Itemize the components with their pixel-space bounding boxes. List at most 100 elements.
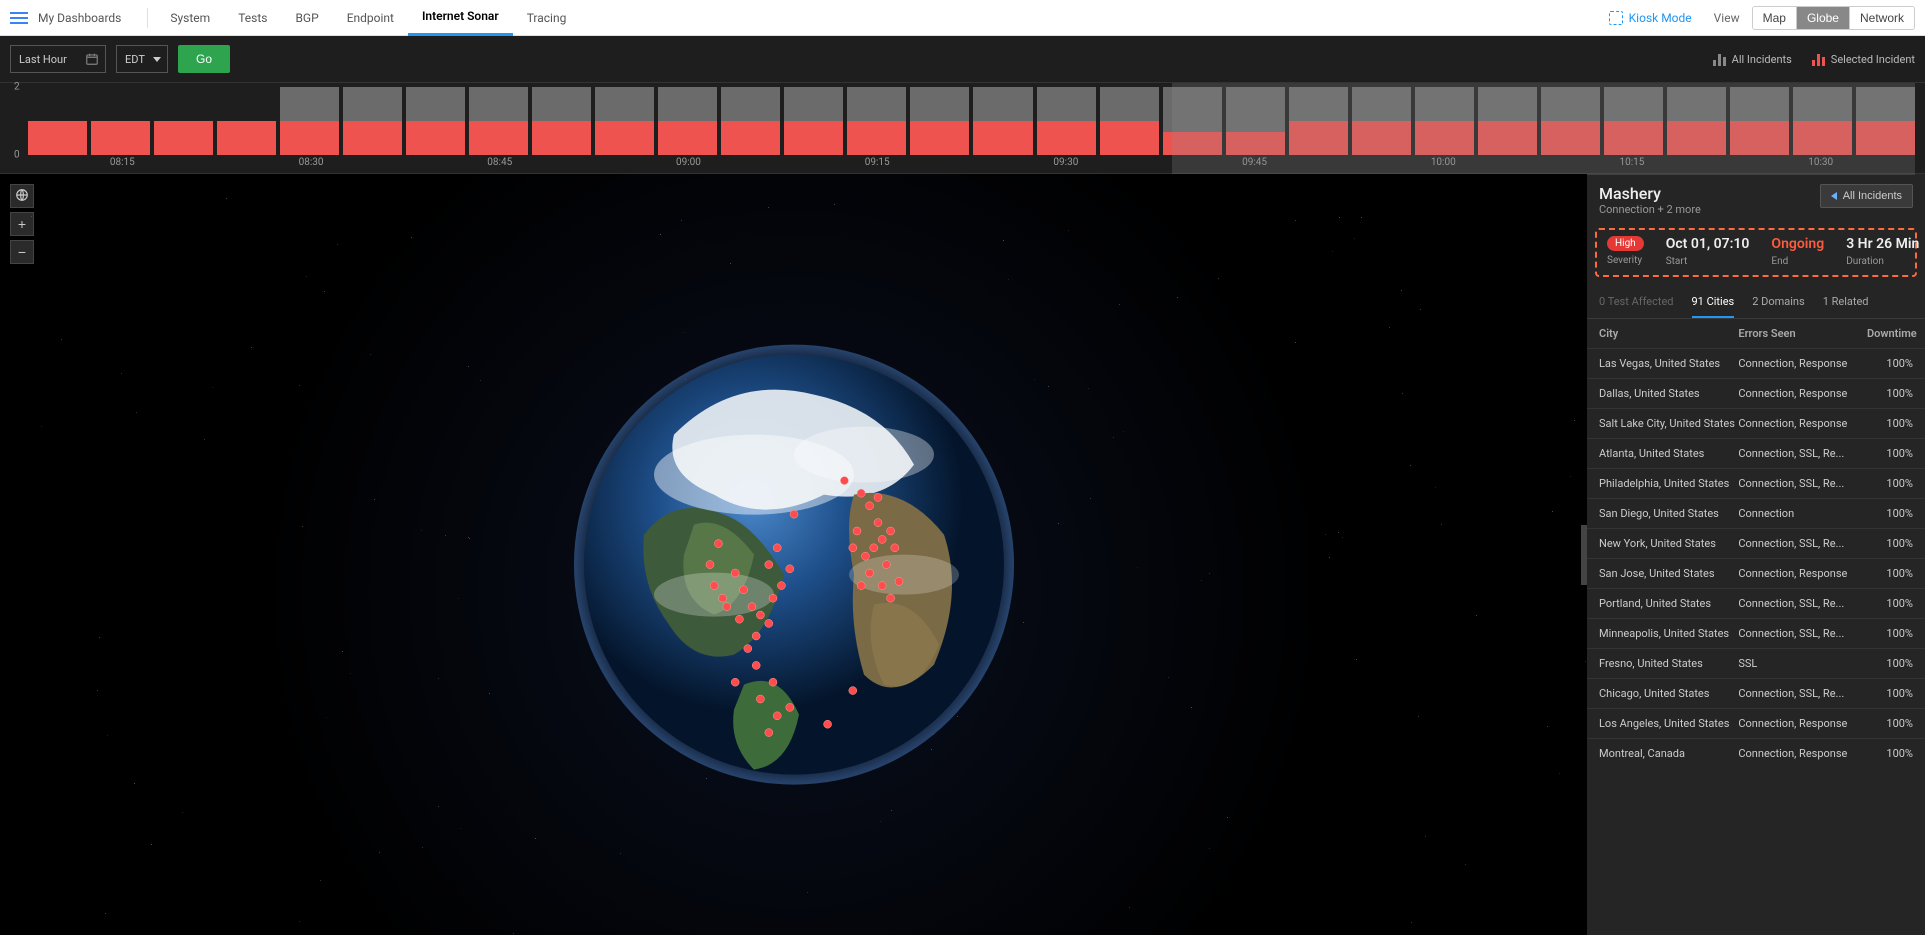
chart-bar[interactable]	[28, 87, 87, 155]
chart-bar[interactable]	[721, 87, 780, 155]
incident-marker[interactable]	[869, 543, 877, 551]
view-globe-button[interactable]: Globe	[1797, 7, 1850, 29]
go-button[interactable]: Go	[178, 45, 230, 73]
nav-tab-tracing[interactable]: Tracing	[513, 0, 581, 36]
chart-bar[interactable]	[1100, 87, 1159, 155]
chart-bar[interactable]	[280, 87, 339, 155]
timezone-select[interactable]: EDT	[116, 45, 168, 73]
incident-marker[interactable]	[710, 581, 718, 589]
all-incidents-button[interactable]: All Incidents	[1820, 184, 1913, 208]
incident-marker[interactable]	[773, 543, 781, 551]
incident-marker[interactable]	[773, 711, 781, 719]
nav-tab-endpoint[interactable]: Endpoint	[333, 0, 408, 36]
incident-marker[interactable]	[714, 539, 722, 547]
chart-bar[interactable]	[469, 87, 528, 155]
incident-marker[interactable]	[722, 602, 730, 610]
view-map-button[interactable]: Map	[1753, 7, 1797, 29]
table-row[interactable]: Atlanta, United StatesConnection, SSL, R…	[1587, 438, 1925, 468]
table-row[interactable]: Dallas, United StatesConnection, Respons…	[1587, 378, 1925, 408]
incident-marker[interactable]	[764, 728, 772, 736]
panel-resize-handle[interactable]	[1581, 525, 1587, 585]
table-row[interactable]: Los Angeles, United StatesConnection, Re…	[1587, 708, 1925, 738]
legend-selected-incident[interactable]: Selected Incident	[1812, 52, 1915, 66]
kiosk-mode-button[interactable]: Kiosk Mode	[1599, 11, 1702, 25]
incident-marker[interactable]	[769, 678, 777, 686]
incident-marker[interactable]	[718, 594, 726, 602]
menu-icon[interactable]	[10, 12, 28, 24]
incident-marker[interactable]	[785, 703, 793, 711]
incident-marker[interactable]	[743, 644, 751, 652]
chart-bar[interactable]	[973, 87, 1032, 155]
incident-marker[interactable]	[756, 611, 764, 619]
incident-marker[interactable]	[861, 552, 869, 560]
chart-bar[interactable]	[910, 87, 969, 155]
incident-marker[interactable]	[735, 615, 743, 623]
incident-marker[interactable]	[739, 585, 747, 593]
incident-marker[interactable]	[857, 489, 865, 497]
chart-bar[interactable]	[784, 87, 843, 155]
chart-bar[interactable]	[154, 87, 213, 155]
legend-all-incidents[interactable]: All Incidents	[1713, 52, 1792, 66]
incident-marker[interactable]	[895, 577, 903, 585]
incident-marker[interactable]	[886, 527, 894, 535]
incident-marker[interactable]	[706, 560, 714, 568]
incident-marker[interactable]	[865, 501, 873, 509]
incident-marker[interactable]	[840, 476, 848, 484]
incident-marker[interactable]	[731, 569, 739, 577]
table-row[interactable]: Fresno, United StatesSSL100%	[1587, 648, 1925, 678]
incident-marker[interactable]	[853, 527, 861, 535]
my-dashboards-link[interactable]: My Dashboards	[38, 11, 139, 25]
table-row[interactable]: San Diego, United StatesConnection100%	[1587, 498, 1925, 528]
table-row[interactable]: Salt Lake City, United StatesConnection,…	[1587, 408, 1925, 438]
incident-marker[interactable]	[865, 569, 873, 577]
nav-tab-bgp[interactable]: BGP	[281, 0, 332, 36]
incident-marker[interactable]	[882, 560, 890, 568]
incident-marker[interactable]	[769, 594, 777, 602]
chart-bar[interactable]	[595, 87, 654, 155]
incident-marker[interactable]	[752, 632, 760, 640]
chart-bar[interactable]	[217, 87, 276, 155]
subtab-91-cities[interactable]: 91 Cities	[1692, 287, 1735, 318]
incident-marker[interactable]	[764, 619, 772, 627]
incident-marker[interactable]	[857, 581, 865, 589]
time-range-select[interactable]: Last Hour	[10, 45, 106, 73]
incident-marker[interactable]	[785, 564, 793, 572]
incident-marker[interactable]	[890, 543, 898, 551]
chart-bar[interactable]	[847, 87, 906, 155]
incident-marker[interactable]	[878, 581, 886, 589]
col-errors[interactable]: Errors Seen	[1738, 327, 1867, 340]
incident-marker[interactable]	[874, 493, 882, 501]
incident-marker[interactable]	[848, 543, 856, 551]
globe-view[interactable]: + −	[0, 174, 1587, 935]
chart-selection[interactable]	[1172, 83, 1915, 175]
incident-marker[interactable]	[874, 518, 882, 526]
table-row[interactable]: Minneapolis, United StatesConnection, SS…	[1587, 618, 1925, 648]
incident-marker[interactable]	[777, 581, 785, 589]
table-row[interactable]: Las Vegas, United StatesConnection, Resp…	[1587, 348, 1925, 378]
chart-bar[interactable]	[406, 87, 465, 155]
incident-marker[interactable]	[748, 602, 756, 610]
nav-tab-system[interactable]: System	[156, 0, 224, 36]
table-row[interactable]: New York, United StatesConnection, SSL, …	[1587, 528, 1925, 558]
subtab-2-domains[interactable]: 2 Domains	[1752, 287, 1804, 318]
incident-marker[interactable]	[756, 695, 764, 703]
nav-tab-tests[interactable]: Tests	[224, 0, 281, 36]
incident-marker[interactable]	[886, 594, 894, 602]
incident-marker[interactable]	[752, 661, 760, 669]
incident-marker[interactable]	[731, 678, 739, 686]
table-row[interactable]: San Jose, United StatesConnection, Respo…	[1587, 558, 1925, 588]
timeline-chart[interactable]: 08:1508:3008:4509:0009:1509:3009:4510:00…	[0, 82, 1925, 174]
table-row[interactable]: Montreal, CanadaConnection, Response100%	[1587, 738, 1925, 768]
incident-marker[interactable]	[823, 720, 831, 728]
table-row[interactable]: Philadelphia, United StatesConnection, S…	[1587, 468, 1925, 498]
chart-bar[interactable]	[343, 87, 402, 155]
incident-marker[interactable]	[790, 510, 798, 518]
incident-marker[interactable]	[764, 560, 772, 568]
nav-tab-internet-sonar[interactable]: Internet Sonar	[408, 0, 513, 36]
chart-bar[interactable]	[532, 87, 591, 155]
table-row[interactable]: Chicago, United StatesConnection, SSL, R…	[1587, 678, 1925, 708]
chart-bar[interactable]	[658, 87, 717, 155]
subtab-1-related[interactable]: 1 Related	[1823, 287, 1869, 318]
chart-bar[interactable]	[1037, 87, 1096, 155]
col-downtime[interactable]: Downtime	[1867, 327, 1913, 340]
